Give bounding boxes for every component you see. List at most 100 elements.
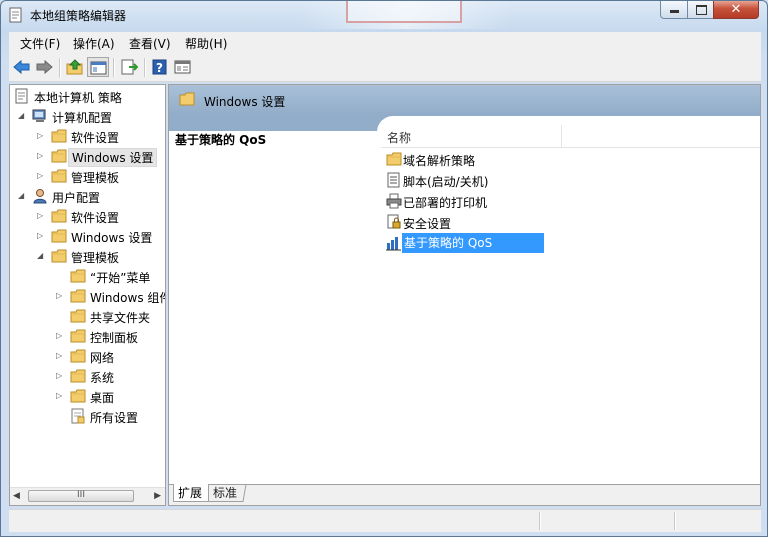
scroll-left-icon[interactable]: ◀ xyxy=(13,491,20,501)
forward-button[interactable] xyxy=(33,57,55,77)
tree-item[interactable]: ▷ 软件设置 xyxy=(10,207,165,225)
collapse-arrow-icon[interactable]: ◢ xyxy=(18,111,26,121)
properties-icon xyxy=(174,60,191,74)
policy-doc-icon xyxy=(15,88,28,104)
list-item[interactable]: 域名解析策略 xyxy=(383,149,753,169)
tree-item[interactable]: 本地计算机 策略 xyxy=(10,87,165,105)
tree-item[interactable]: ▷ Windows 设置 xyxy=(10,227,165,245)
expand-arrow-icon[interactable]: ▷ xyxy=(37,151,45,161)
background-window-edge xyxy=(346,1,462,23)
tree-item[interactable]: ◢ 用户配置 xyxy=(10,187,165,205)
tree-item-label: 控制面板 xyxy=(90,331,139,345)
details-header: Windows 设置 xyxy=(169,85,760,115)
folder-icon xyxy=(70,369,86,383)
expand-arrow-icon[interactable]: ▷ xyxy=(37,131,45,141)
column-header-name[interactable]: 名称 xyxy=(387,129,411,146)
list-item-label: 域名解析策略 xyxy=(403,154,476,168)
folder-icon xyxy=(70,349,86,363)
tree-item[interactable]: ▷ 桌面 xyxy=(10,387,165,405)
maximize-icon xyxy=(696,5,707,15)
expand-arrow-icon[interactable]: ▷ xyxy=(56,351,64,361)
properties-button[interactable] xyxy=(172,57,194,77)
tree-item[interactable]: ◢ 管理模板 xyxy=(10,247,165,265)
tree-item-label: 计算机配置 xyxy=(52,111,113,125)
tree-item[interactable]: “开始”菜单 xyxy=(10,267,165,285)
folder-icon xyxy=(51,229,67,243)
folder-icon xyxy=(70,389,86,403)
export-list-button[interactable] xyxy=(118,57,140,77)
close-icon: ✕ xyxy=(730,2,742,17)
details-header-title: Windows 设置 xyxy=(204,95,286,109)
expand-arrow-icon[interactable]: ▷ xyxy=(37,171,45,181)
minimize-button[interactable] xyxy=(660,1,688,19)
status-separator xyxy=(674,512,676,530)
maximize-button[interactable] xyxy=(687,1,714,19)
expand-arrow-icon[interactable]: ▷ xyxy=(56,391,64,401)
menu-help[interactable]: 帮助(H) xyxy=(185,35,227,52)
folder-icon xyxy=(70,289,86,303)
tree-item[interactable]: ▷ Windows 设置 xyxy=(10,147,165,167)
close-button[interactable]: ✕ xyxy=(713,1,759,19)
tree-item-label: 软件设置 xyxy=(71,211,120,225)
expand-arrow-icon[interactable]: ▷ xyxy=(37,211,45,221)
folder-icon xyxy=(70,309,86,323)
tree-item[interactable]: ▷ 软件设置 xyxy=(10,127,165,145)
expand-arrow-icon[interactable]: ▷ xyxy=(56,371,64,381)
tree-item[interactable]: ▷ 系统 xyxy=(10,367,165,385)
tree-item[interactable]: 所有设置 xyxy=(10,407,165,425)
expand-arrow-icon[interactable]: ▷ xyxy=(56,291,64,301)
menu-action[interactable]: 操作(A) xyxy=(73,35,115,52)
collapse-arrow-icon[interactable]: ◢ xyxy=(18,191,26,201)
tree-item-label: 本地计算机 策略 xyxy=(34,91,122,105)
computer-icon xyxy=(32,109,46,122)
list-item[interactable]: 基于策略的 QoS xyxy=(383,233,753,253)
export-list-icon xyxy=(121,59,138,75)
list-item-label: 脚本(启动/关机) xyxy=(403,175,489,189)
description-title: 基于策略的 QoS xyxy=(175,133,267,147)
collapse-arrow-icon[interactable]: ◢ xyxy=(37,251,45,261)
list-item[interactable]: 安全设置 xyxy=(383,212,753,232)
tab-extended[interactable]: 扩展 xyxy=(173,484,209,502)
horizontal-scrollbar[interactable]: ◀ III ▶ xyxy=(10,487,165,505)
toolbar-separator xyxy=(59,58,61,77)
scroll-thumb[interactable]: III xyxy=(28,490,134,502)
show-hide-tree-icon xyxy=(90,61,107,75)
status-bar xyxy=(9,509,761,532)
tree-item-label: 桌面 xyxy=(90,391,115,405)
tab-standard[interactable]: 标准 xyxy=(207,484,247,502)
tree-item[interactable]: ▷ Windows 组件 xyxy=(10,287,165,305)
scroll-right-icon[interactable]: ▶ xyxy=(154,491,161,501)
toolbar: ? xyxy=(9,54,761,82)
policy-editor-icon xyxy=(9,7,22,23)
help-button[interactable]: ? xyxy=(149,57,171,77)
tree-item[interactable]: ▷ 控制面板 xyxy=(10,327,165,345)
tree-item-label: 系统 xyxy=(90,371,115,385)
menu-file[interactable]: 文件(F) xyxy=(20,35,60,52)
folder-icon xyxy=(51,169,67,183)
title-bar[interactable]: 本地组策略编辑器 ✕ xyxy=(1,1,767,29)
up-level-button[interactable] xyxy=(64,57,86,77)
tree-item[interactable]: 共享文件夹 xyxy=(10,307,165,325)
toolbar-separator xyxy=(113,58,115,77)
tree-item-label: 所有设置 xyxy=(90,411,139,425)
list-item[interactable]: 脚本(启动/关机) xyxy=(383,170,753,190)
folder-icon xyxy=(70,329,86,343)
column-resizer[interactable] xyxy=(561,125,562,147)
tree-pane[interactable]: ◀ III ▶ 本地计算机 策略 ◢ 计算机配置 ▷ 软件设置 ▷ Windows 设置 ▷ 管… xyxy=(9,84,166,506)
list-item-label: 基于策略的 QoS xyxy=(402,233,544,253)
back-button[interactable] xyxy=(11,57,33,77)
tree-item[interactable]: ◢ 计算机配置 xyxy=(10,107,165,125)
toolbar-separator xyxy=(144,58,146,77)
expand-arrow-icon[interactable]: ▷ xyxy=(37,231,45,241)
user-icon xyxy=(33,189,47,204)
tree-item[interactable]: ▷ 管理模板 xyxy=(10,167,165,185)
tree-item[interactable]: ▷ 网络 xyxy=(10,347,165,365)
show-hide-tree-button[interactable] xyxy=(87,57,109,77)
list-item[interactable]: 已部署的打印机 xyxy=(383,191,753,211)
menu-view[interactable]: 查看(V) xyxy=(129,35,171,52)
svg-text:?: ? xyxy=(156,61,163,75)
expand-arrow-icon[interactable]: ▷ xyxy=(56,331,64,341)
tree-item-label: “开始”菜单 xyxy=(90,271,151,285)
view-tabs: 扩展 标准 xyxy=(169,484,760,505)
up-folder-icon xyxy=(66,59,83,75)
